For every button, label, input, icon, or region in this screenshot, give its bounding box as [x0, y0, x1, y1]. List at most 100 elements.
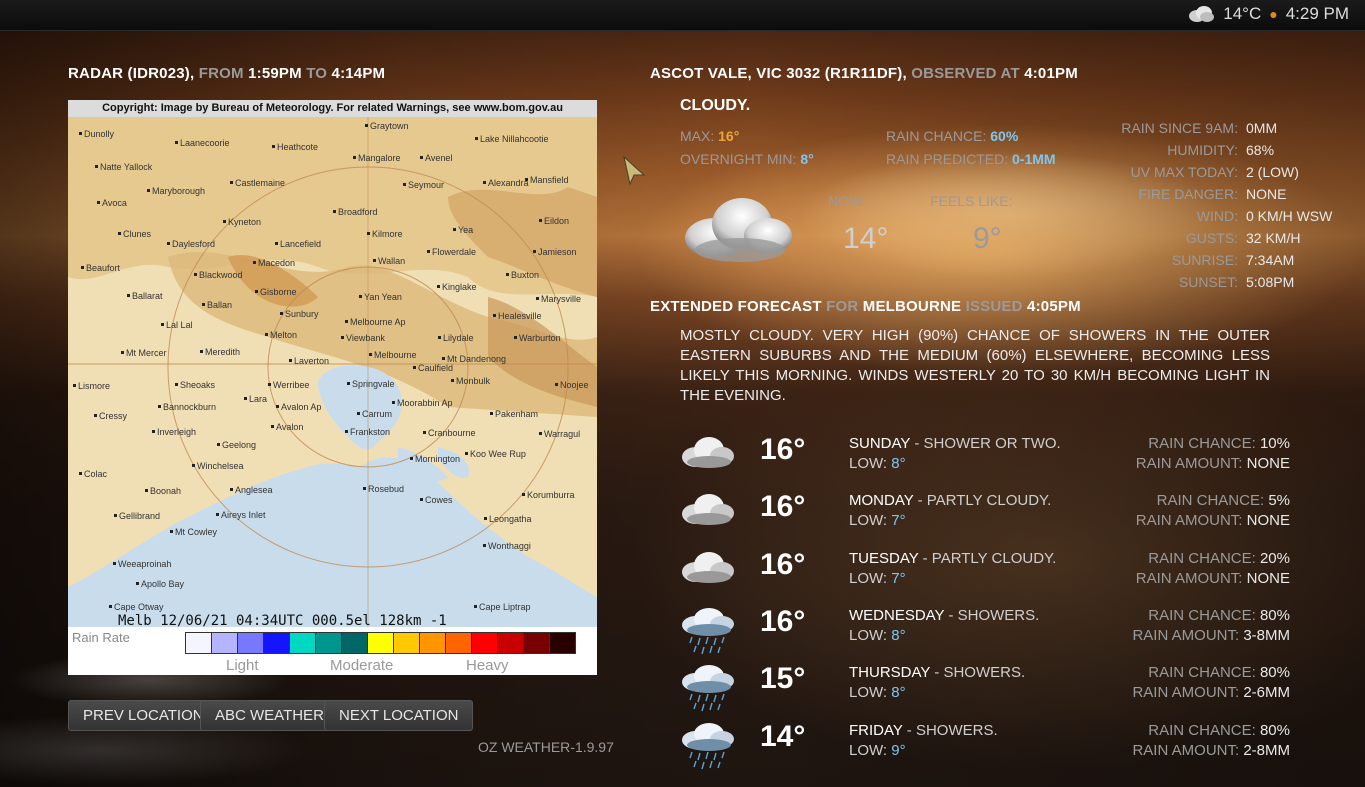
place-label: Caulfield — [418, 363, 453, 373]
place-label: Alexandra — [488, 178, 529, 188]
forecast-day: WEDNESDAY - SHOWERS. — [849, 607, 1040, 624]
place-label: Kyneton — [228, 217, 261, 227]
place-label: Mt Mercer — [126, 348, 167, 358]
detail-row: GUSTS: 32 KM/H — [1100, 230, 1301, 252]
forecast-low: LOW: 9° — [849, 742, 906, 759]
place-label: Pakenham — [495, 409, 538, 419]
forecast-day-row: 15° THURSDAY - SHOWERS. LOW: 8° RAIN CHANCE… — [680, 662, 1300, 714]
observed-label: OBSERVED AT — [911, 65, 1020, 82]
abc-weather-button[interactable]: ABC WEATHER — [200, 700, 339, 731]
place-label: Mansfield — [530, 175, 569, 185]
place-marker — [147, 189, 150, 192]
place-marker — [167, 242, 170, 245]
place-label: Avenel — [425, 153, 452, 163]
place-marker — [539, 432, 542, 435]
place-marker — [127, 294, 130, 297]
top-bar: 14°C ● 4:29 PM — [0, 0, 1365, 31]
place-label: Laanecoorie — [180, 138, 230, 148]
place-marker — [367, 232, 370, 235]
location-name: ASCOT VALE, VIC 3032 (R1R11DF), — [650, 65, 907, 82]
place-marker — [192, 464, 195, 467]
place-label: Korumburra — [527, 490, 575, 500]
place-label: Mt Cowley — [175, 527, 218, 537]
forecast-rain-chance: RAIN CHANCE: 80% — [1148, 722, 1290, 739]
place-marker — [200, 350, 203, 353]
extended-forecast-header: EXTENDED FORECAST FOR MELBOURNE ISSUED 4… — [650, 298, 1081, 315]
place-label: Boonah — [150, 486, 181, 496]
place-label: Geelong — [222, 440, 256, 450]
detail-label: HUMIDITY: — [1167, 142, 1238, 158]
place-label: Beaufort — [86, 263, 121, 273]
place-marker — [453, 228, 456, 231]
place-label: Avoca — [102, 198, 127, 208]
radar-from-label: FROM — [198, 65, 244, 82]
cloud-icon — [680, 490, 736, 535]
radar-to-label: TO — [306, 65, 328, 82]
place-label: Eildon — [544, 216, 569, 226]
place-label: Daylesford — [172, 239, 215, 249]
legend-swatch — [420, 633, 446, 653]
place-label: Yan Yean — [364, 292, 402, 302]
legend-light: Light — [226, 657, 259, 674]
cloud-icon — [680, 548, 736, 593]
place-marker — [438, 336, 441, 339]
forecast-rain-amount: RAIN AMOUNT: 3-8MM — [1132, 627, 1290, 644]
forecast-rain-amount: RAIN AMOUNT: NONE — [1135, 455, 1290, 472]
place-label: Cranbourne — [428, 428, 476, 438]
radar-title: RADAR (IDR023), — [68, 65, 195, 82]
place-marker — [272, 145, 275, 148]
place-marker — [506, 273, 509, 276]
legend-swatch — [472, 633, 498, 653]
detail-value: 0 KM/H WSW — [1246, 208, 1333, 224]
forecast-day: SUNDAY - SHOWER OR TWO. — [849, 435, 1061, 452]
place-label: Laverton — [294, 356, 329, 366]
place-marker — [365, 124, 368, 127]
place-label: Blackwood — [199, 270, 243, 280]
legend-swatch — [316, 633, 342, 653]
forecast-temp: 16° — [760, 605, 806, 638]
legend-swatch — [524, 633, 550, 653]
forecast-temp: 14° — [760, 720, 806, 753]
place-label: Rosebud — [368, 484, 404, 494]
observed-time: 4:01PM — [1024, 65, 1078, 82]
legend-swatch — [446, 633, 472, 653]
place-label: Yea — [458, 225, 473, 235]
clock-time: 4:29 PM — [1285, 4, 1349, 23]
place-marker — [121, 351, 124, 354]
place-label: Lake Nillahcootie — [480, 134, 549, 144]
legend-swatch — [342, 633, 368, 653]
detail-value: 2 (LOW) — [1246, 164, 1299, 180]
place-marker — [109, 605, 112, 608]
cloud-icon — [1189, 6, 1215, 22]
place-marker — [345, 320, 348, 323]
place-marker — [353, 156, 356, 159]
forecast-rain-amount: RAIN AMOUNT: NONE — [1135, 570, 1290, 587]
place-marker — [359, 295, 362, 298]
forecast-text: MOSTLY CLOUDY. VERY HIGH (90%) CHANCE OF… — [680, 327, 1270, 404]
prev-location-button[interactable]: PREV LOCATION — [68, 700, 219, 731]
forecast-low: LOW: 8° — [849, 684, 906, 701]
forecast-day-row: 16° TUESDAY - PARTLY CLOUDY. LOW: 7° RAIN C… — [680, 548, 1300, 600]
place-label: Gisborne — [260, 287, 297, 297]
place-marker — [202, 303, 205, 306]
place-marker — [533, 250, 536, 253]
forecast-day: TUESDAY - PARTLY CLOUDY. — [849, 550, 1057, 567]
place-label: Marysville — [541, 294, 581, 304]
place-marker — [555, 383, 558, 386]
next-location-button[interactable]: NEXT LOCATION — [324, 700, 474, 731]
place-label: Werribee — [273, 380, 309, 390]
rain-chance-value: 60% — [990, 128, 1019, 144]
forecast-rain-chance: RAIN CHANCE: 20% — [1148, 550, 1290, 567]
legend-swatch — [290, 633, 316, 653]
forecast-day-row: 16° SUNDAY - SHOWER OR TWO. LOW: 8° RAIN CH… — [680, 433, 1300, 485]
place-marker — [230, 488, 233, 491]
place-label: Lal Lal — [166, 320, 193, 330]
radar-copyright: Copyright: Image by Bureau of Meteorolog… — [68, 100, 597, 117]
place-marker — [475, 137, 478, 140]
place-label: Anglesea — [235, 485, 273, 495]
place-label: Leongatha — [489, 514, 532, 524]
place-label: Bannockburn — [163, 402, 216, 412]
max-value: 16° — [718, 128, 740, 144]
place-label: Avalon Ap — [281, 402, 321, 412]
place-label: Sheoaks — [180, 380, 216, 390]
